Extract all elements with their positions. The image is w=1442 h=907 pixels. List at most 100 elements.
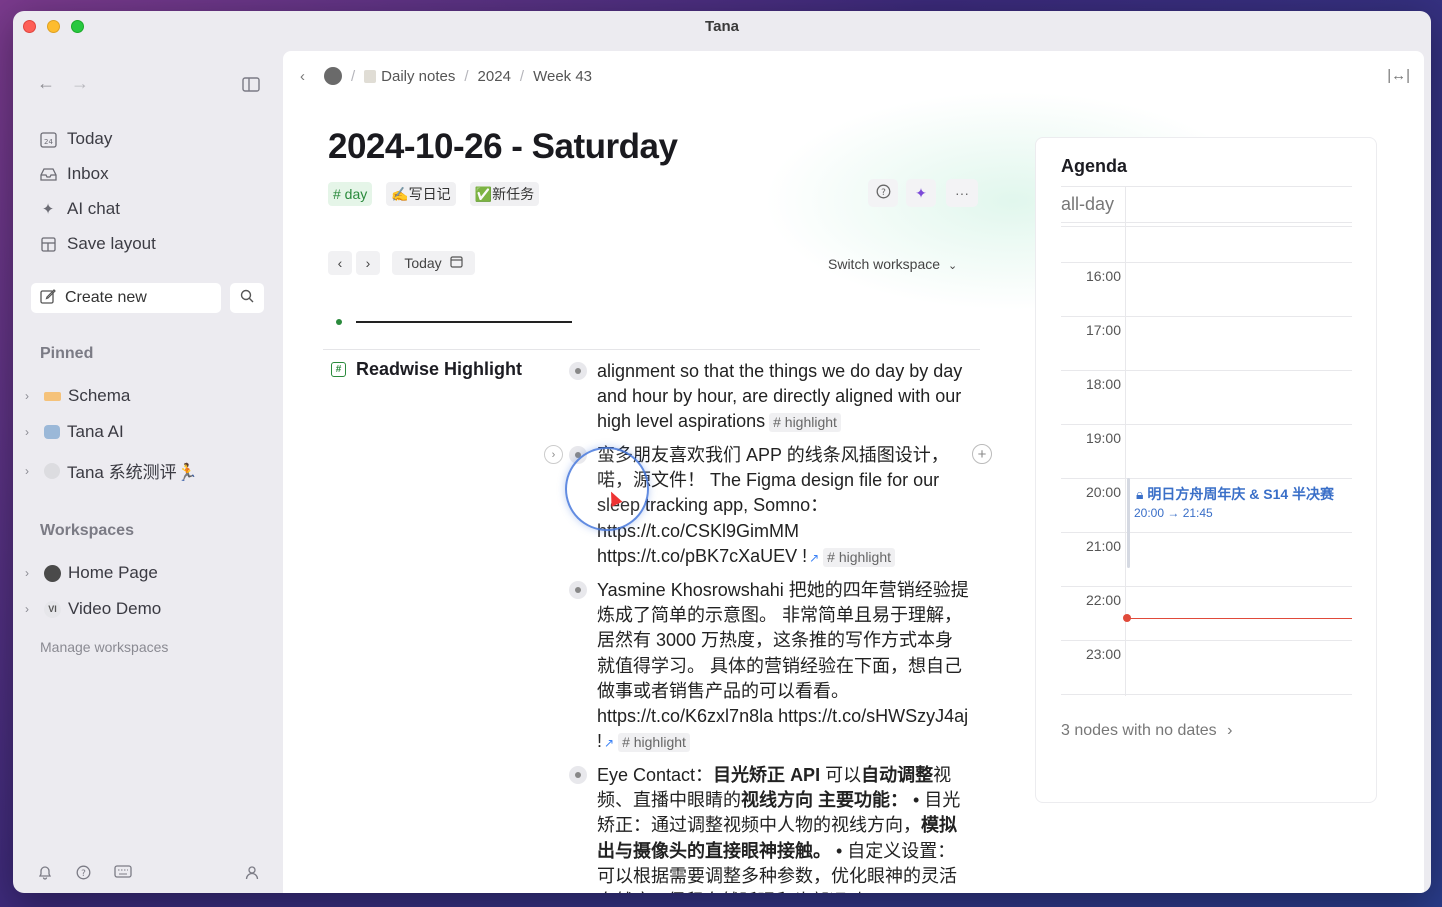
sidebar-toggle-icon[interactable] xyxy=(242,76,260,97)
chevron-right-icon[interactable]: › xyxy=(25,602,37,616)
list-item[interactable]: Yasmine Khosrowshahi 把她的四年营销经验提炼成了简单的示意图… xyxy=(569,578,969,754)
sidebar-item-inbox[interactable]: Inbox xyxy=(39,164,109,184)
next-day-button[interactable]: › xyxy=(356,251,380,275)
tag-day[interactable]: # day xyxy=(328,182,373,206)
manage-workspaces-link[interactable]: Manage workspaces xyxy=(40,639,168,655)
app-window: Tana ← → 24 Today Inbox ✦ AI chat Save l… xyxy=(13,11,1431,893)
highlight-tag[interactable]: # highlight xyxy=(823,547,895,567)
chevron-right-icon[interactable]: › xyxy=(25,389,37,403)
chevron-left-icon: ‹ xyxy=(337,255,343,271)
bell-icon[interactable] xyxy=(38,865,52,884)
prev-day-button[interactable]: ‹ xyxy=(328,251,352,275)
empty-node-input[interactable] xyxy=(356,321,572,323)
sidebar-item-today[interactable]: 24 Today xyxy=(39,129,112,149)
event-title-text: 明日方舟周年庆 & S14 半决赛 xyxy=(1147,486,1335,502)
tag-new-task[interactable]: ✅新任务 xyxy=(469,182,540,206)
empty-node-bullet[interactable] xyxy=(336,319,342,325)
node-content-bold: 目光矫正 API xyxy=(713,765,821,785)
workspace-item-video-demo[interactable]: › VI Video Demo xyxy=(25,599,161,619)
field-readwise-highlight[interactable]: # Readwise Highlight xyxy=(331,359,522,380)
breadcrumb: ‹ / Daily notes / 2024 / Week 43 xyxy=(300,67,593,85)
nodes-without-dates-link[interactable]: 3 nodes with no dates › xyxy=(1061,722,1232,740)
keyboard-icon[interactable] xyxy=(114,865,132,882)
tag-write-diary[interactable]: ✍️写日记 xyxy=(386,182,456,206)
sidebar-item-label: Inbox xyxy=(67,164,109,183)
svg-text:24: 24 xyxy=(44,138,53,146)
external-link-icon[interactable]: ↗ xyxy=(809,551,819,565)
agenda-time-label: 19:00 xyxy=(1085,430,1121,446)
title-bar: Tana xyxy=(13,11,1431,43)
sidebar-item-ai-chat[interactable]: ✦ AI chat xyxy=(39,199,120,219)
chevron-down-icon: ⌄ xyxy=(947,260,958,272)
workspace-item-label: Video Demo xyxy=(68,599,162,618)
search-button[interactable] xyxy=(230,283,264,313)
agenda-time-label: 20:00 xyxy=(1085,484,1121,500)
chevron-right-icon[interactable]: › xyxy=(25,425,37,439)
sidebar-item-label: AI chat xyxy=(67,199,120,218)
node-content-bold: 自动调整 xyxy=(861,765,934,785)
node-bullet[interactable] xyxy=(569,446,587,464)
add-node-icon[interactable]: + xyxy=(972,444,992,464)
forward-arrow-icon[interactable]: → xyxy=(71,73,89,94)
list-item[interactable]: alignment so that the things we do day b… xyxy=(569,359,969,435)
node-text[interactable]: Yasmine Khosrowshahi 把她的四年营销经验提炼成了简单的示意图… xyxy=(597,578,969,756)
main-panel: ‹ / Daily notes / 2024 / Week 43 |↔| 202… xyxy=(283,51,1424,893)
pinned-item-tana-ai[interactable]: › Tana AI xyxy=(25,422,124,442)
sparkle-icon: ✦ xyxy=(915,184,927,201)
create-new-button[interactable]: Create new xyxy=(31,283,221,313)
collapse-left-icon[interactable]: ‹ xyxy=(300,68,305,85)
sidebar: ← → 24 Today Inbox ✦ AI chat Save layout xyxy=(13,43,283,893)
today-button[interactable]: Today xyxy=(392,251,475,275)
breadcrumb-year[interactable]: 2024 xyxy=(478,68,511,85)
ai-button[interactable]: ✦ xyxy=(906,179,936,207)
user-icon[interactable] xyxy=(245,865,259,884)
switch-workspace-dropdown[interactable]: Switch workspace ⌄ xyxy=(828,256,957,272)
node-content: Yasmine Khosrowshahi 把她的四年营销经验提炼成了简单的示意图… xyxy=(597,580,969,752)
sidebar-item-save-layout[interactable]: Save layout xyxy=(39,234,156,254)
edit-icon xyxy=(40,288,56,309)
all-day-label: all-day xyxy=(1061,194,1115,214)
chevron-right-icon[interactable]: › xyxy=(25,464,37,478)
expand-panel-icon[interactable]: |↔| xyxy=(1387,67,1410,84)
agenda-time-label: 22:00 xyxy=(1085,592,1121,608)
create-new-label: Create new xyxy=(65,289,147,306)
help-button[interactable]: ? xyxy=(868,179,898,207)
node-text[interactable]: Eye Contact：目光矫正 API 可以自动调整视频、直播中眼睛的视线方向… xyxy=(597,763,969,893)
pinned-item-tana-review[interactable]: › Tana 系统测评🏃 xyxy=(25,458,198,483)
expand-node-icon[interactable]: › xyxy=(544,445,563,464)
agenda-title: Agenda xyxy=(1061,156,1128,176)
window-title: Tana xyxy=(705,18,739,35)
highlight-tag[interactable]: # highlight xyxy=(618,733,690,753)
agenda-time-label: 21:00 xyxy=(1085,538,1121,554)
supertag-list: # day ✍️写日记 ✅新任务 xyxy=(328,182,540,206)
node-content-bold: 视线方向 主要功能： xyxy=(741,790,909,811)
external-link-icon[interactable]: ↗ xyxy=(604,736,614,750)
node-bullet[interactable] xyxy=(569,766,587,784)
avatar: VI xyxy=(44,600,61,618)
list-item[interactable]: 蛮多朋友喜欢我们 APP 的线条风插图设计，喏，源文件！ The Figma d… xyxy=(569,443,969,569)
sparkle-icon: ✦ xyxy=(41,201,55,218)
circle-icon xyxy=(44,462,60,479)
node-bullet[interactable] xyxy=(569,362,587,380)
breadcrumb-week[interactable]: Week 43 xyxy=(533,68,592,85)
node-text[interactable]: 蛮多朋友喜欢我们 APP 的线条风插图设计，喏，源文件！ The Figma d… xyxy=(597,443,969,571)
list-item[interactable]: Eye Contact：目光矫正 API 可以自动调整视频、直播中眼睛的视线方向… xyxy=(569,763,969,893)
avatar[interactable] xyxy=(324,67,342,85)
back-arrow-icon[interactable]: ← xyxy=(37,73,55,94)
more-button[interactable]: ··· xyxy=(946,179,978,207)
breadcrumb-daily-notes[interactable]: Daily notes xyxy=(381,68,455,85)
calendar-event[interactable]: 🔒︎ 明日方舟周年庆 & S14 半决赛 20:00 → 21:45 xyxy=(1127,478,1349,568)
help-icon[interactable]: ? xyxy=(76,865,91,884)
pinned-item-schema[interactable]: › Schema xyxy=(25,386,130,406)
event-time: 20:00 → 21:45 xyxy=(1134,506,1213,520)
pinned-item-label: Tana AI xyxy=(67,422,124,441)
highlight-tag[interactable]: # highlight xyxy=(769,413,841,433)
agenda-grid[interactable]: 16:00 17:00 18:00 19:00 20:00 21:00 22:0… xyxy=(1061,186,1352,696)
page-title[interactable]: 2024-10-26 - Saturday xyxy=(328,127,678,167)
node-bullet[interactable] xyxy=(569,581,587,599)
workspace-item-home-page[interactable]: › Home Page xyxy=(25,563,158,583)
chevron-right-icon[interactable]: › xyxy=(25,566,37,580)
node-text[interactable]: alignment so that the things we do day b… xyxy=(597,359,969,435)
field-label: Readwise Highlight xyxy=(356,359,523,379)
inbox-icon xyxy=(39,165,57,183)
